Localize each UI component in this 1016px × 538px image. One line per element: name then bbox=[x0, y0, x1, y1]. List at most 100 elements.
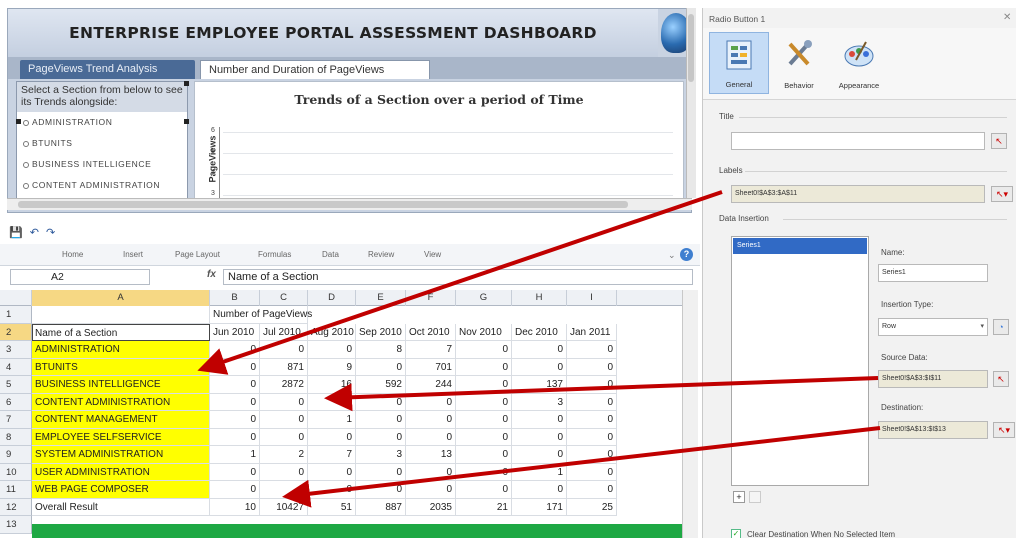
value-cell[interactable]: 0 bbox=[356, 481, 406, 499]
pageviews-header-cell[interactable]: Number of PageViews bbox=[210, 306, 312, 324]
column-header[interactable]: I bbox=[567, 290, 617, 306]
section-name-cell[interactable]: CONTENT MANAGEMENT bbox=[32, 411, 210, 429]
value-cell[interactable]: 0 bbox=[512, 341, 567, 359]
row-header[interactable]: 1 bbox=[0, 306, 32, 324]
row-header[interactable]: 3 bbox=[0, 341, 32, 359]
value-cell[interactable]: 0 bbox=[356, 428, 406, 446]
selection-handle[interactable] bbox=[16, 119, 21, 124]
value-cell[interactable]: 2 bbox=[260, 446, 308, 464]
total-value-cell[interactable]: 2035 bbox=[406, 498, 456, 516]
value-cell[interactable]: 0 bbox=[308, 393, 356, 411]
source-cell-picker-icon[interactable]: ↖ bbox=[993, 371, 1009, 387]
behavior-tab-button[interactable]: Behavior bbox=[769, 32, 829, 94]
value-cell[interactable]: 0 bbox=[260, 481, 308, 499]
cell[interactable] bbox=[32, 306, 210, 324]
value-cell[interactable]: 0 bbox=[456, 341, 512, 359]
value-cell[interactable]: 0 bbox=[456, 428, 512, 446]
value-cell[interactable]: 0 bbox=[308, 463, 356, 481]
title-cell-picker-icon[interactable]: ↖ bbox=[991, 133, 1007, 149]
value-cell[interactable]: 0 bbox=[406, 428, 456, 446]
function-icon[interactable]: fx bbox=[207, 269, 216, 280]
value-cell[interactable]: 8 bbox=[356, 341, 406, 359]
value-cell[interactable]: 0 bbox=[356, 411, 406, 429]
section-name-cell[interactable]: USER ADMINISTRATION bbox=[32, 463, 210, 481]
month-header-cell[interactable]: Aug 2010 bbox=[308, 323, 356, 341]
value-cell[interactable]: 0 bbox=[456, 376, 512, 394]
month-header-cell[interactable]: Sep 2010 bbox=[356, 323, 406, 341]
tab-insert[interactable]: Insert bbox=[123, 250, 143, 259]
column-header[interactable]: C bbox=[260, 290, 308, 306]
month-header-cell[interactable]: Dec 2010 bbox=[512, 323, 567, 341]
selected-cell[interactable]: Name of a Section bbox=[32, 323, 210, 341]
tab-home[interactable]: Home bbox=[62, 250, 83, 259]
value-cell[interactable]: 0 bbox=[456, 463, 512, 481]
column-header[interactable]: A bbox=[32, 290, 210, 306]
column-header[interactable]: D bbox=[308, 290, 356, 306]
value-cell[interactable]: 0 bbox=[308, 341, 356, 359]
row-header[interactable]: 5 bbox=[0, 376, 32, 394]
destination-input[interactable]: Sheet0!$A$13:$I$13 bbox=[878, 421, 988, 439]
value-cell[interactable]: 0 bbox=[210, 358, 260, 376]
insertion-type-info-icon[interactable]: ◔ bbox=[993, 319, 1009, 335]
value-cell[interactable]: 0 bbox=[210, 341, 260, 359]
title-input[interactable] bbox=[731, 132, 985, 150]
value-cell[interactable]: 7 bbox=[308, 446, 356, 464]
value-cell[interactable]: 0 bbox=[567, 376, 617, 394]
section-radio-item[interactable]: ADMINISTRATION bbox=[17, 112, 187, 133]
series-name-input[interactable]: Series1 bbox=[878, 264, 988, 282]
ribbon-minimize-icon[interactable]: ⌄ bbox=[668, 250, 676, 261]
section-name-cell[interactable]: CONTENT ADMINISTRATION bbox=[32, 393, 210, 411]
value-cell[interactable]: 1 bbox=[308, 411, 356, 429]
total-label-cell[interactable]: Overall Result bbox=[32, 498, 210, 516]
value-cell[interactable]: 0 bbox=[356, 463, 406, 481]
month-header-cell[interactable]: Jul 2010 bbox=[260, 323, 308, 341]
month-header-cell[interactable]: Nov 2010 bbox=[456, 323, 512, 341]
value-cell[interactable]: 0 bbox=[308, 428, 356, 446]
save-icon[interactable]: 💾 bbox=[9, 227, 25, 239]
value-cell[interactable]: 244 bbox=[406, 376, 456, 394]
row-header[interactable]: 9 bbox=[0, 446, 32, 464]
value-cell[interactable]: 0 bbox=[567, 341, 617, 359]
value-cell[interactable]: 0 bbox=[260, 428, 308, 446]
redo-icon[interactable]: ↷ bbox=[46, 227, 57, 239]
total-value-cell[interactable]: 10 bbox=[210, 498, 260, 516]
value-cell[interactable]: 0 bbox=[260, 463, 308, 481]
labels-range-input[interactable]: Sheet0!$A$3:$A$11 bbox=[731, 185, 985, 203]
value-cell[interactable]: 0 bbox=[356, 358, 406, 376]
value-cell[interactable]: 0 bbox=[567, 411, 617, 429]
insertion-type-select[interactable]: Row ▾ bbox=[878, 318, 988, 336]
section-name-cell[interactable]: WEB PAGE COMPOSER bbox=[32, 481, 210, 499]
value-cell[interactable]: 0 bbox=[210, 376, 260, 394]
select-all-corner[interactable] bbox=[0, 290, 32, 306]
undo-icon[interactable]: ↶ bbox=[30, 227, 41, 239]
series-list-item[interactable]: Series1 bbox=[733, 238, 867, 254]
column-header[interactable]: G bbox=[456, 290, 512, 306]
tab-formulas[interactable]: Formulas bbox=[258, 250, 291, 259]
value-cell[interactable]: 0 bbox=[456, 446, 512, 464]
value-cell[interactable]: 137 bbox=[512, 376, 567, 394]
labels-cell-picker-icon[interactable]: ↖▾ bbox=[991, 186, 1013, 202]
tab-pageviews-trend[interactable]: PageViews Trend Analysis bbox=[20, 60, 195, 79]
value-cell[interactable]: 0 bbox=[456, 411, 512, 429]
value-cell[interactable]: 9 bbox=[308, 358, 356, 376]
name-box[interactable]: A2 bbox=[10, 269, 150, 285]
total-value-cell[interactable]: 21 bbox=[456, 498, 512, 516]
value-cell[interactable]: 0 bbox=[406, 463, 456, 481]
column-header[interactable]: E bbox=[356, 290, 406, 306]
value-cell[interactable]: 0 bbox=[512, 358, 567, 376]
value-cell[interactable]: 3 bbox=[512, 393, 567, 411]
total-value-cell[interactable]: 887 bbox=[356, 498, 406, 516]
value-cell[interactable]: 0 bbox=[406, 481, 456, 499]
tab-view[interactable]: View bbox=[424, 250, 441, 259]
row-header[interactable]: 12 bbox=[0, 498, 32, 516]
row-header[interactable]: 7 bbox=[0, 411, 32, 429]
section-name-cell[interactable]: SYSTEM ADMINISTRATION bbox=[32, 446, 210, 464]
tab-data[interactable]: Data bbox=[322, 250, 339, 259]
value-cell[interactable]: 0 bbox=[210, 393, 260, 411]
column-header[interactable]: B bbox=[210, 290, 260, 306]
selection-handle[interactable] bbox=[184, 81, 189, 86]
value-cell[interactable]: 0 bbox=[567, 463, 617, 481]
value-cell[interactable]: 13 bbox=[406, 446, 456, 464]
selection-handle[interactable] bbox=[184, 119, 189, 124]
value-cell[interactable]: 0 bbox=[456, 481, 512, 499]
